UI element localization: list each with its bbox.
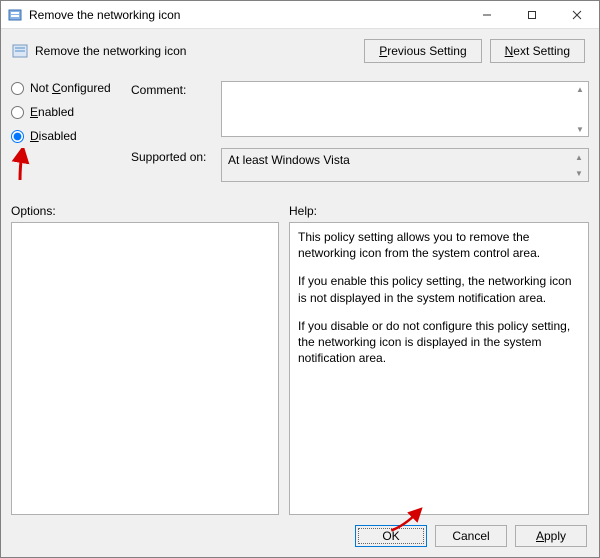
radio-label: Not Configured: [30, 81, 111, 95]
apply-button[interactable]: Apply: [515, 525, 587, 547]
dialog-footer: OK Cancel Apply: [1, 515, 599, 557]
button-label-rest: ext Setting: [513, 44, 570, 58]
radio-input-enabled[interactable]: [11, 106, 24, 119]
help-paragraph: This policy setting allows you to remove…: [298, 229, 580, 261]
supported-on-box: At least Windows Vista ▲ ▼: [221, 148, 589, 182]
minimize-button[interactable]: [464, 1, 509, 29]
comment-scroll[interactable]: ▲ ▼: [573, 83, 587, 135]
nav-buttons: Previous Setting Next Setting: [364, 39, 585, 63]
radio-input-disabled[interactable]: [11, 130, 24, 143]
window-controls: [464, 1, 599, 29]
help-paragraph: If you enable this policy setting, the n…: [298, 273, 580, 305]
next-setting-button[interactable]: Next Setting: [490, 39, 585, 63]
radio-enabled[interactable]: Enabled: [11, 105, 121, 119]
policy-icon: [7, 7, 23, 23]
panes-labels: Options: Help:: [1, 190, 599, 222]
comment-textarea[interactable]: [221, 81, 589, 137]
button-label-rest: revious Setting: [387, 44, 466, 58]
button-label-rest: pply: [544, 529, 566, 543]
radio-not-configured[interactable]: Not Configured: [11, 81, 121, 95]
window-title: Remove the networking icon: [29, 8, 464, 22]
supported-label: Supported on:: [131, 148, 211, 182]
titlebar: Remove the networking icon: [1, 1, 599, 29]
radio-label: Enabled: [30, 105, 74, 119]
supported-scroll[interactable]: ▲ ▼: [572, 151, 586, 179]
maximize-button[interactable]: [509, 1, 554, 29]
config-row: Not Configured Enabled Disabled Comment:…: [1, 71, 599, 190]
dialog-window: Remove the networking icon Remove the ne…: [0, 0, 600, 558]
mnemonic: D: [30, 129, 39, 143]
scroll-up-icon[interactable]: ▲: [573, 83, 587, 95]
fields-column: Comment: ▲ ▼ Supported on: At least Wind…: [131, 81, 589, 190]
previous-setting-button[interactable]: Previous Setting: [364, 39, 481, 63]
options-pane: [11, 222, 279, 515]
radio-label: Disabled: [30, 129, 77, 143]
help-pane: This policy setting allows you to remove…: [289, 222, 589, 515]
supported-on-value: At least Windows Vista: [228, 153, 350, 167]
policy-item-icon: [11, 42, 29, 60]
comment-field-row: Comment: ▲ ▼: [131, 81, 589, 140]
mnemonic: E: [30, 105, 38, 119]
cancel-button[interactable]: Cancel: [435, 525, 507, 547]
subheader: Remove the networking icon Previous Sett…: [1, 29, 599, 71]
mnemonic: N: [505, 44, 514, 58]
mnemonic: C: [52, 81, 61, 95]
supported-field-row: Supported on: At least Windows Vista ▲ ▼: [131, 148, 589, 182]
scroll-down-icon[interactable]: ▼: [573, 123, 587, 135]
scroll-up-icon[interactable]: ▲: [572, 151, 586, 163]
ok-button[interactable]: OK: [355, 525, 427, 547]
help-paragraph: If you disable or do not configure this …: [298, 318, 580, 367]
radio-disabled[interactable]: Disabled: [11, 129, 121, 143]
close-button[interactable]: [554, 1, 599, 29]
policy-name: Remove the networking icon: [35, 44, 364, 58]
scroll-down-icon[interactable]: ▼: [572, 167, 586, 179]
options-label: Options:: [11, 204, 279, 218]
panes-row: This policy setting allows you to remove…: [1, 222, 599, 515]
radio-input-not-configured[interactable]: [11, 82, 24, 95]
mnemonic: A: [536, 529, 544, 543]
help-label: Help:: [289, 204, 589, 218]
comment-label: Comment:: [131, 81, 211, 140]
state-radio-group: Not Configured Enabled Disabled: [11, 81, 121, 190]
